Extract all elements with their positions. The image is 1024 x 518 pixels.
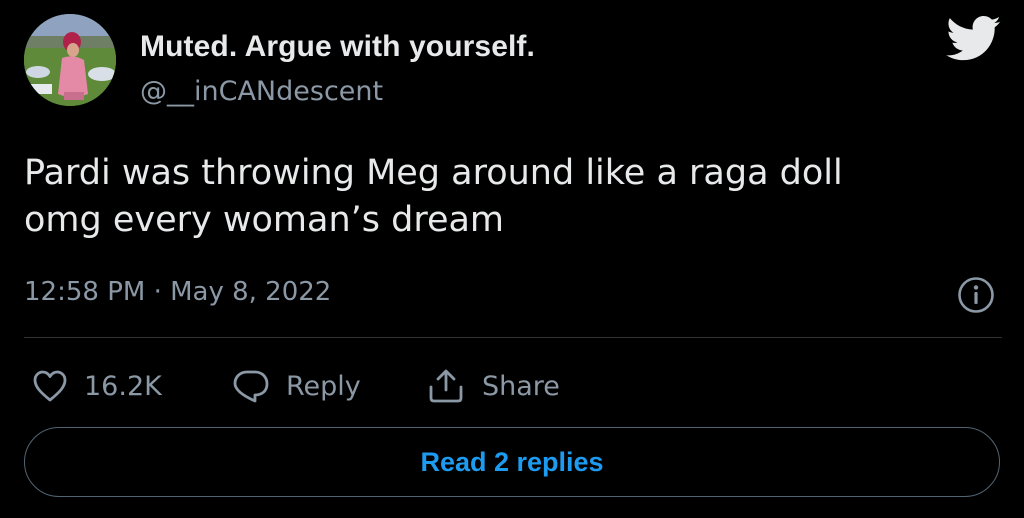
tweet-text-line: omg every woman’s dream bbox=[24, 200, 505, 240]
share-label: Share bbox=[482, 370, 560, 402]
user-handle[interactable]: @__inCANdescent bbox=[140, 76, 383, 107]
reply-icon bbox=[233, 370, 269, 403]
heart-icon bbox=[33, 370, 67, 402]
tweet-text-line: Pardi was throwing Meg around like a rag… bbox=[24, 153, 843, 193]
tweet-text: Pardi was throwing Meg around like a rag… bbox=[24, 150, 984, 244]
reply-label: Reply bbox=[286, 370, 361, 402]
avatar-photo bbox=[24, 14, 116, 106]
display-name[interactable]: Muted. Argue with yourself. bbox=[140, 30, 535, 64]
share-icon bbox=[429, 369, 463, 403]
info-icon[interactable] bbox=[957, 276, 995, 314]
tweet-card: Muted. Argue with yourself. @__inCANdesc… bbox=[0, 0, 1024, 518]
share-button[interactable]: Share bbox=[426, 362, 560, 410]
twitter-bird-icon[interactable] bbox=[946, 16, 1002, 62]
read-replies-button[interactable]: Read 2 replies bbox=[24, 427, 1000, 497]
reply-button[interactable]: Reply bbox=[232, 362, 361, 410]
divider bbox=[24, 337, 1002, 338]
avatar[interactable] bbox=[24, 14, 116, 106]
like-count: 16.2K bbox=[84, 370, 162, 402]
tweet-timestamp[interactable]: 12:58 PM · May 8, 2022 bbox=[24, 277, 331, 307]
like-button[interactable]: 16.2K bbox=[32, 362, 162, 410]
